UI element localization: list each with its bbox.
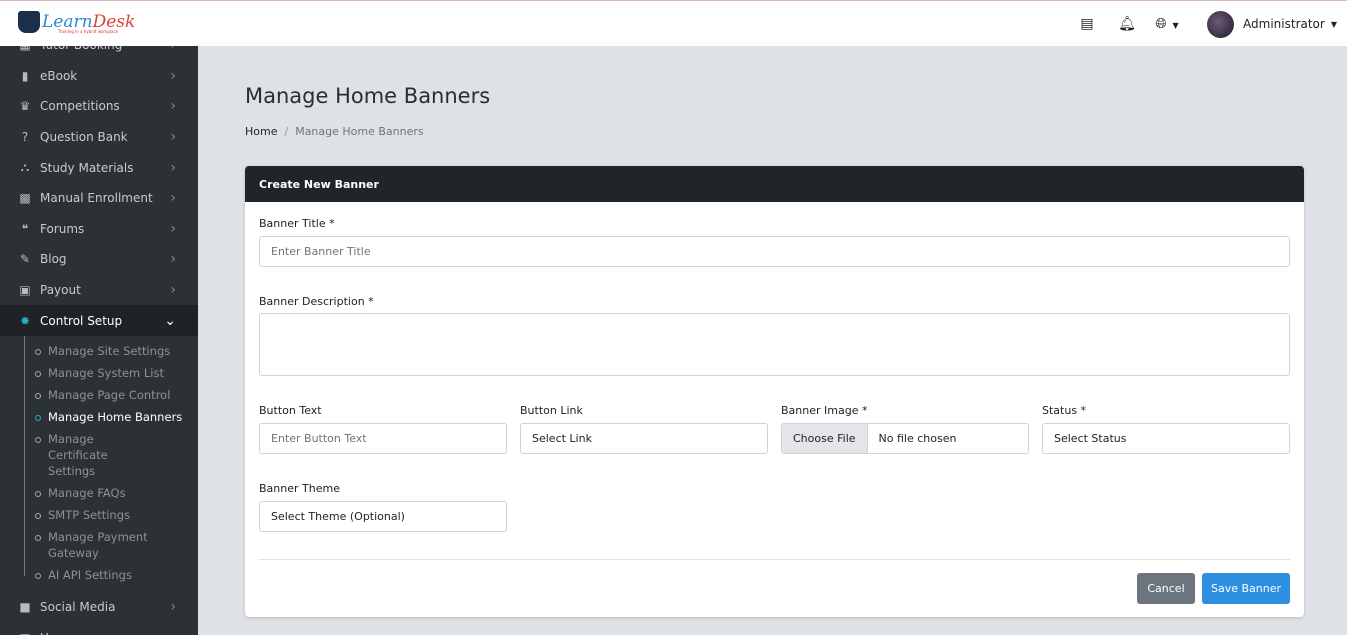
caret-down-icon[interactable]: ▼ <box>1331 20 1337 29</box>
sidebar-item-blog[interactable]: ✎ Blog › <box>0 244 198 275</box>
book-icon: ▮ <box>21 68 29 83</box>
sidebar-subitem[interactable]: Manage System List <box>35 362 198 384</box>
newspaper-icon[interactable]: ▤ <box>1067 16 1107 32</box>
money-icon: ▣ <box>19 283 31 298</box>
banner-theme-select[interactable]: Select Theme (Optional) <box>259 501 507 532</box>
sitemap-icon: ⛬ <box>20 160 30 175</box>
button-text-label: Button Text <box>259 404 322 417</box>
gear-icon: ✹ <box>19 313 31 328</box>
chevron-right-icon: › <box>170 630 176 635</box>
divider <box>259 559 1290 560</box>
banner-title-input[interactable]: Enter Banner Title <box>259 236 1290 267</box>
sidebar-subitem[interactable]: AI API Settings <box>35 564 198 586</box>
chevron-right-icon: › <box>170 159 176 176</box>
breadcrumb-home[interactable]: Home <box>245 125 277 138</box>
sidebar-item-forums[interactable]: ❝ Forums › <box>0 214 198 245</box>
calendar-icon: ▦ <box>18 46 32 52</box>
banner-title-label: Banner Title * <box>259 217 335 230</box>
create-banner-card: Create New Banner Banner Title * Enter B… <box>245 166 1304 617</box>
breadcrumb: Home / Manage Home Banners <box>245 125 424 138</box>
sidebar-item-manual-enrollment[interactable]: ▩ Manual Enrollment › <box>0 183 198 214</box>
blog-icon: ✎ <box>19 252 31 267</box>
card-header: Create New Banner <box>245 166 1304 202</box>
chevron-down-icon: ⌄ <box>164 312 176 329</box>
bell-icon[interactable]: 🔔︎ <box>1107 16 1147 32</box>
sidebar-item-tutor-booking[interactable]: ▦Tutor Booking› <box>0 46 198 61</box>
status-label: Status * <box>1042 404 1087 417</box>
button-text-input[interactable]: Enter Button Text <box>259 423 507 454</box>
sidebar-item-payout[interactable]: ▣ Payout › <box>0 275 198 306</box>
sidebar-subitem[interactable]: Manage Site Settings <box>35 340 198 362</box>
question-icon: ? <box>21 130 29 145</box>
chevron-right-icon: › <box>170 129 176 146</box>
sidebar-item-control-setup[interactable]: ✹ Control Setup ⌄ <box>0 305 198 336</box>
chevron-right-icon: › <box>170 282 176 299</box>
top-navbar: LearnDesk Training in a hybrid workplace… <box>0 0 1347 46</box>
learndesk-logo[interactable]: LearnDesk Training in a hybrid workplace <box>18 11 135 34</box>
chevron-right-icon: › <box>170 190 176 207</box>
sidebar-subitem[interactable]: Manage FAQs <box>35 482 198 504</box>
sidebar-item-question-bank[interactable]: ? Question Bank › <box>0 122 198 153</box>
avatar[interactable] <box>1207 10 1235 38</box>
sidebar-item-users[interactable]: ■Users:› <box>0 623 198 635</box>
button-link-label: Button Link <box>520 404 583 417</box>
chevron-right-icon: › <box>170 46 176 53</box>
banner-description-textarea[interactable] <box>259 313 1290 376</box>
grid-icon: ▩ <box>19 191 31 206</box>
cancel-button[interactable]: Cancel <box>1137 573 1195 604</box>
user-menu[interactable]: Administrator <box>1243 17 1325 31</box>
page-title: Manage Home Banners <box>245 84 491 108</box>
choose-file-button[interactable]: Choose File <box>782 424 868 453</box>
graduation-cap-icon <box>18 11 40 33</box>
sidebar-item-study-materials[interactable]: ⛬ Study Materials › <box>0 152 198 183</box>
chevron-right-icon: › <box>170 251 176 268</box>
sidebar-subitem[interactable]: Manage Certificate Settings <box>35 428 148 482</box>
banner-image-label: Banner Image * <box>781 404 868 417</box>
sidebar-subitem[interactable]: Manage Page Control <box>35 384 198 406</box>
sidebar-item-competitions[interactable]: ♛ Competitions › <box>0 91 198 122</box>
share-icon: ■ <box>19 600 31 615</box>
chevron-right-icon: › <box>170 599 176 616</box>
sidebar-subitem[interactable]: Manage Home Banners <box>35 406 198 428</box>
banner-theme-label: Banner Theme <box>259 482 340 495</box>
chevron-right-icon: › <box>170 67 176 84</box>
users-icon: ■ <box>18 631 32 635</box>
sidebar-subitem[interactable]: SMTP Settings <box>35 504 198 526</box>
sidebar-item-social-media[interactable]: ■ Social Media › <box>0 592 198 623</box>
status-select[interactable]: Select Status <box>1042 423 1290 454</box>
sidebar-item-ebook[interactable]: ▮ eBook › <box>0 61 198 92</box>
banner-image-file-input[interactable]: Choose File No file chosen <box>781 423 1029 454</box>
comments-icon: ❝ <box>21 221 29 236</box>
globe-icon[interactable]: 🌐︎ ▼ <box>1147 16 1187 32</box>
button-link-select[interactable]: Select Link <box>520 423 768 454</box>
chevron-right-icon: › <box>170 220 176 237</box>
trophy-icon: ♛ <box>19 99 31 114</box>
save-banner-button[interactable]: Save Banner <box>1202 573 1290 604</box>
sidebar: ▦Tutor Booking›▮eBook›♛Competitions›?Que… <box>0 46 198 635</box>
chevron-right-icon: › <box>170 98 176 115</box>
sidebar-subitem[interactable]: Manage Payment Gateway <box>35 526 198 564</box>
banner-description-label: Banner Description * <box>259 295 374 308</box>
